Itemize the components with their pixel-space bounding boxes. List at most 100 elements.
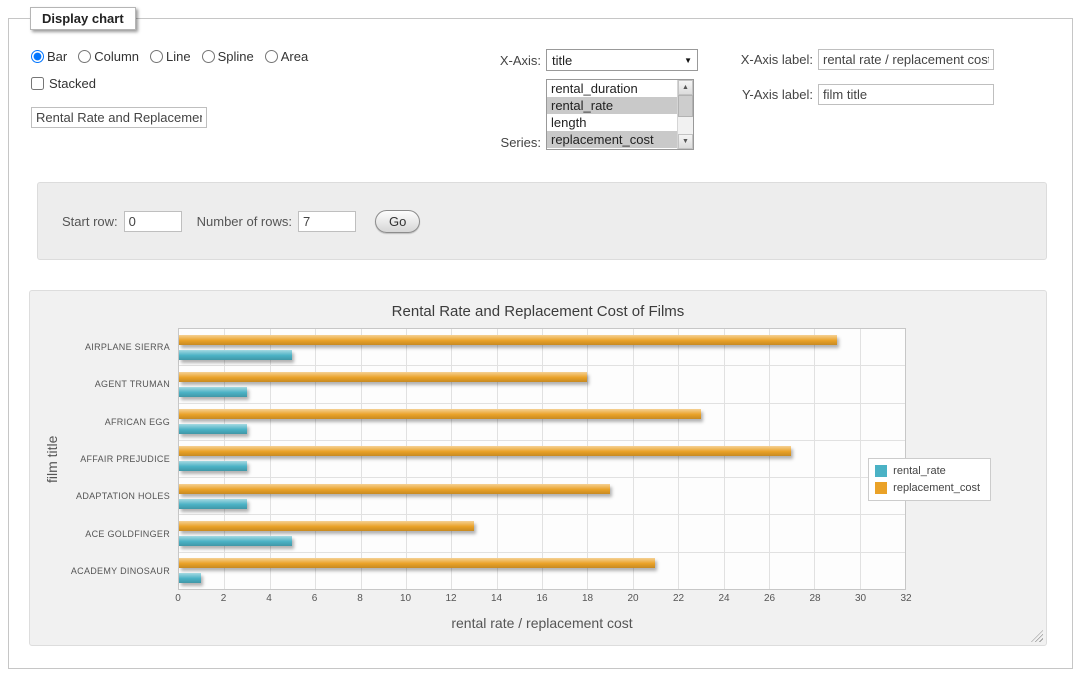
- start-row-label: Start row:: [62, 214, 118, 229]
- dropdown-arrow-icon: ▼: [684, 56, 692, 65]
- scroll-up-icon[interactable]: ▲: [678, 80, 693, 95]
- series-option[interactable]: rental_rate: [547, 97, 677, 114]
- radio-label: Area: [281, 49, 308, 64]
- radio-spline[interactable]: [202, 50, 215, 63]
- go-button[interactable]: Go: [375, 210, 420, 233]
- stacked-checkbox-row[interactable]: Stacked: [31, 76, 483, 91]
- x-tick-label: 26: [764, 593, 775, 604]
- scrollbar-thumb[interactable]: [678, 95, 693, 117]
- bar-replacement_cost[interactable]: [179, 335, 837, 345]
- x-tick-label: 6: [312, 593, 318, 604]
- series-options: rental_durationrental_ratelengthreplacem…: [547, 80, 677, 149]
- category-label: ADAPTATION HOLES: [62, 478, 178, 515]
- controls-section: Bar Column Line Spline Area: [9, 19, 1072, 150]
- x-axis-label-row: X-Axis label:: [735, 49, 1046, 70]
- bar-replacement_cost[interactable]: [179, 409, 701, 419]
- bar-group: [179, 515, 905, 552]
- bar-rental_rate[interactable]: [179, 350, 292, 360]
- category-label: AGENT TRUMAN: [62, 365, 178, 402]
- number-of-rows-input[interactable]: [298, 211, 356, 232]
- x-axis-ticks: 02468101214161820222426283032: [178, 593, 906, 608]
- legend-swatch-icon: [875, 465, 887, 477]
- x-tick-label: 16: [536, 593, 547, 604]
- series-option[interactable]: rental_duration: [547, 80, 677, 97]
- bar-group: [179, 553, 905, 589]
- bar-group: [179, 404, 905, 441]
- bar-rental_rate[interactable]: [179, 387, 247, 397]
- x-tick-label: 2: [221, 593, 227, 604]
- x-tick-label: 4: [266, 593, 272, 604]
- radio-label: Bar: [47, 49, 67, 64]
- radio-option-bar[interactable]: Bar: [31, 49, 67, 64]
- radio-option-line[interactable]: Line: [150, 49, 191, 64]
- series-scrollbar[interactable]: ▲ ▼: [677, 80, 693, 149]
- series-option[interactable]: length: [547, 114, 677, 131]
- plot-area: [178, 328, 906, 590]
- series-option[interactable]: replacement_cost: [547, 131, 677, 148]
- chart-type-radios: Bar Column Line Spline Area: [31, 49, 483, 64]
- legend-label: rental_rate: [893, 465, 946, 477]
- x-tick-label: 28: [809, 593, 820, 604]
- legend-item: replacement_cost: [875, 482, 980, 494]
- scroll-down-icon[interactable]: ▼: [678, 134, 693, 149]
- radio-option-column[interactable]: Column: [78, 49, 139, 64]
- x-axis-label-input[interactable]: [818, 49, 994, 70]
- radio-area[interactable]: [265, 50, 278, 63]
- legend-item: rental_rate: [875, 465, 980, 477]
- radio-bar[interactable]: [31, 50, 44, 63]
- bar-group: [179, 366, 905, 403]
- legend-label: replacement_cost: [893, 482, 980, 494]
- category-label: AFRICAN EGG: [62, 403, 178, 440]
- radio-line[interactable]: [150, 50, 163, 63]
- scrollbar-track[interactable]: [678, 95, 693, 134]
- chart-legend: rental_rate replacement_cost: [868, 458, 991, 501]
- bar-rental_rate[interactable]: [179, 424, 247, 434]
- x-tick-label: 18: [582, 593, 593, 604]
- x-tick-label: 0: [175, 593, 181, 604]
- x-axis-label-label: X-Axis label:: [735, 52, 813, 67]
- bar-group: [179, 441, 905, 478]
- bar-rental_rate[interactable]: [179, 461, 247, 471]
- start-row-input[interactable]: [124, 211, 182, 232]
- x-axis-row: X-Axis: title ▼: [483, 49, 735, 71]
- axis-labels-column: X-Axis label: Y-Axis label:: [735, 49, 1046, 150]
- x-axis-select[interactable]: title ▼: [546, 49, 698, 71]
- bar-rental_rate[interactable]: [179, 573, 201, 583]
- chart-x-axis-title: rental rate / replacement cost: [178, 615, 906, 631]
- radio-label: Spline: [218, 49, 254, 64]
- radio-label: Line: [166, 49, 191, 64]
- bar-group: [179, 478, 905, 515]
- chart-title: Rental Rate and Replacement Cost of Film…: [30, 303, 1046, 320]
- x-axis-label: X-Axis:: [483, 53, 541, 68]
- bar-rental_rate[interactable]: [179, 499, 247, 509]
- bar-replacement_cost[interactable]: [179, 521, 474, 531]
- rows-panel: Start row: Number of rows: Go: [37, 182, 1047, 260]
- radio-option-spline[interactable]: Spline: [202, 49, 254, 64]
- x-tick-label: 24: [718, 593, 729, 604]
- stacked-checkbox[interactable]: [31, 77, 44, 90]
- chart-panel: Rental Rate and Replacement Cost of Film…: [29, 290, 1047, 646]
- bar-replacement_cost[interactable]: [179, 484, 610, 494]
- category-axis: AIRPLANE SIERRAAGENT TRUMANAFRICAN EGGAF…: [62, 328, 178, 590]
- chart-options-column: Bar Column Line Spline Area: [31, 49, 483, 150]
- axis-series-column: X-Axis: title ▼ Series: rental_durationr…: [483, 49, 735, 150]
- bar-rental_rate[interactable]: [179, 536, 292, 546]
- x-axis-selected-value: title: [552, 53, 572, 68]
- chart-y-axis-title: film title: [42, 328, 62, 590]
- bar-replacement_cost[interactable]: [179, 446, 791, 456]
- y-axis-label-input[interactable]: [818, 84, 994, 105]
- resize-handle-icon[interactable]: [1031, 630, 1043, 642]
- x-tick-label: 22: [673, 593, 684, 604]
- bar-replacement_cost[interactable]: [179, 372, 587, 382]
- radio-column[interactable]: [78, 50, 91, 63]
- display-chart-fieldset: Display chart Bar Column Line Spline: [8, 18, 1073, 669]
- x-tick-label: 32: [900, 593, 911, 604]
- bar-replacement_cost[interactable]: [179, 558, 655, 568]
- series-row: Series: rental_durationrental_ratelength…: [483, 79, 735, 150]
- x-tick-label: 30: [855, 593, 866, 604]
- chart-title-input[interactable]: [31, 107, 207, 128]
- y-axis-label-label: Y-Axis label:: [735, 87, 813, 102]
- radio-option-area[interactable]: Area: [265, 49, 308, 64]
- series-listbox[interactable]: rental_durationrental_ratelengthreplacem…: [546, 79, 694, 150]
- category-label: ACADEMY DINOSAUR: [62, 553, 178, 590]
